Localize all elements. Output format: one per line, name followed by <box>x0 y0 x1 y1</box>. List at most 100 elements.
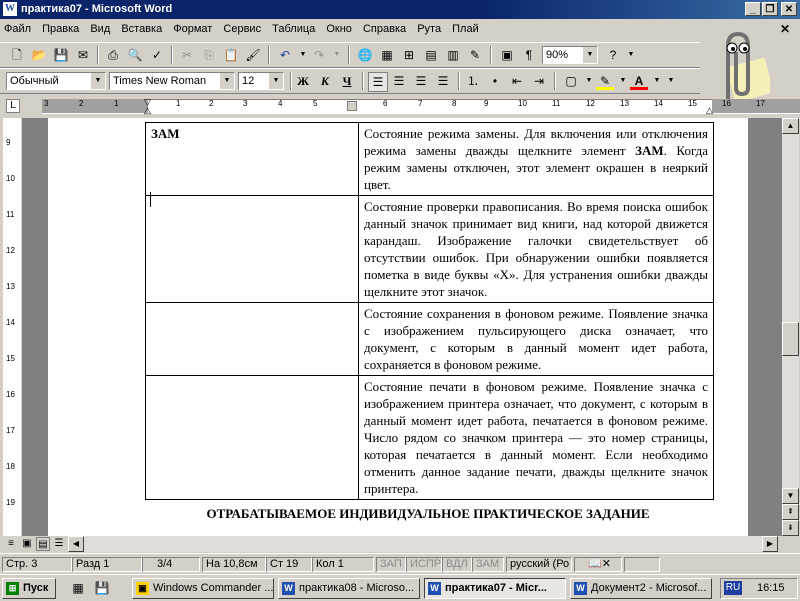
spelling-icon[interactable]: ✓ <box>148 46 166 64</box>
menu-window[interactable]: Окно <box>322 20 356 38</box>
menu-edit[interactable]: Правка <box>38 20 83 38</box>
copy-icon[interactable]: ⎘ <box>200 46 218 64</box>
increase-indent-icon[interactable]: ⇥ <box>530 72 548 90</box>
taskbar-item[interactable]: W Документ2 - Microsof... <box>570 578 712 599</box>
office-assistant[interactable] <box>700 22 774 103</box>
mail-icon[interactable]: ✉ <box>74 46 92 64</box>
menu-tools[interactable]: Сервис <box>219 20 265 38</box>
tables-borders-icon[interactable]: ▦ <box>378 46 396 64</box>
status-column[interactable]: Кол 1 <box>312 557 374 572</box>
italic-button[interactable]: К <box>316 72 334 90</box>
normal-view-icon[interactable]: ≡ <box>4 537 18 551</box>
document-map-icon[interactable]: ▣ <box>498 46 516 64</box>
save-icon[interactable]: 💾 <box>52 46 70 64</box>
toolbar-options-icon[interactable]: ▼ <box>662 72 680 90</box>
align-center-icon[interactable]: ☰ <box>390 72 408 90</box>
menu-table[interactable]: Таблица <box>268 20 319 38</box>
title-bar[interactable]: W практика07 - Microsoft Word _ ❐ ✕ <box>0 0 800 19</box>
scroll-right-icon[interactable]: ▶ <box>762 536 778 552</box>
taskbar-item[interactable]: ▣ Windows Commander ... <box>132 578 274 599</box>
tab-stop-selector[interactable]: L <box>6 99 20 113</box>
clock[interactable]: 16:15 <box>757 582 785 594</box>
quick-launch-save-icon[interactable]: 💾 <box>94 581 110 597</box>
table-cell[interactable]: Состояние проверки правописания. Во врем… <box>358 195 714 303</box>
table-cell[interactable]: Состояние печати в фоновом режиме. Появл… <box>358 375 714 500</box>
horizontal-scrollbar[interactable]: ≡ ▣ ▤ ☰ ◀ ▶ <box>0 536 800 553</box>
right-indent-marker[interactable]: △ <box>706 105 713 116</box>
columns-icon[interactable]: ▥ <box>444 46 462 64</box>
hyperlink-icon[interactable]: 🌐 <box>356 46 374 64</box>
status-macro-record[interactable]: ЗАП <box>376 557 406 572</box>
next-page-icon[interactable]: ⇟ <box>782 520 799 536</box>
decrease-indent-icon[interactable]: ⇤ <box>508 72 526 90</box>
outline-view-icon[interactable]: ☰ <box>52 537 66 551</box>
undo-icon[interactable]: ↶ <box>276 46 294 64</box>
status-extend[interactable]: ВДЛ <box>442 557 472 572</box>
style-select[interactable]: Обычный ▼ <box>6 72 106 90</box>
taskbar-item-active[interactable]: Wпрактика07 - Micr... <box>424 578 566 599</box>
vertical-ruler[interactable]: 9 10 11 12 13 14 15 16 17 18 19 <box>3 118 21 536</box>
menu-file[interactable]: Файл <box>0 20 35 38</box>
language-indicator[interactable]: RU <box>724 581 742 595</box>
start-button[interactable]: ⊞ Пуск <box>2 578 56 599</box>
status-section[interactable]: Разд 1 <box>72 557 142 572</box>
doc-close-icon[interactable]: ✕ <box>776 22 794 38</box>
cut-icon[interactable]: ✂ <box>178 46 196 64</box>
table-cell[interactable] <box>145 375 359 500</box>
status-language[interactable]: русский (Ро <box>506 557 572 572</box>
document-area[interactable]: ЗАМ Состояние режима замены. Для включен… <box>22 118 782 536</box>
redo-dropdown-icon[interactable]: ▼ <box>328 46 346 64</box>
web-view-icon[interactable]: ▣ <box>20 537 34 551</box>
zoom-select[interactable]: 90% ▼ <box>542 46 598 64</box>
table-cell[interactable]: Состояние сохранения в фоновом режиме. П… <box>358 302 714 376</box>
insert-table-icon[interactable]: ⊞ <box>400 46 418 64</box>
menu-plai[interactable]: Плай <box>448 20 483 38</box>
previous-page-icon[interactable]: ⇞ <box>782 504 799 520</box>
menu-ruta[interactable]: Рута <box>413 20 445 38</box>
status-line[interactable]: Ст 19 <box>266 557 312 572</box>
scroll-up-icon[interactable]: ▲ <box>782 118 799 134</box>
table-cell[interactable] <box>145 302 359 376</box>
new-document-icon[interactable]: 🗋 <box>8 46 26 64</box>
borders-icon[interactable]: ▢ <box>562 72 580 90</box>
status-track-changes[interactable]: ИСПР <box>406 557 442 572</box>
bullets-icon[interactable]: • <box>486 72 504 90</box>
close-button[interactable]: ✕ <box>781 2 797 16</box>
document-table[interactable]: ЗАМ Состояние режима замены. Для включен… <box>145 122 714 500</box>
status-overtype[interactable]: ЗАМ <box>472 557 504 572</box>
menu-view[interactable]: Вид <box>86 20 114 38</box>
font-select[interactable]: Times New Roman ▼ <box>109 72 235 90</box>
table-cell[interactable]: ЗАМ <box>145 122 359 196</box>
column-marker[interactable] <box>347 101 357 111</box>
left-indent-marker[interactable]: △ <box>144 105 151 116</box>
taskbar-item[interactable]: Wпрактика08 - Microso... <box>278 578 420 599</box>
show-hide-icon[interactable]: ¶ <box>520 46 538 64</box>
horizontal-ruler[interactable]: L 3 2 1 1 2 3 4 5 6 7 8 9 10 11 12 13 14… <box>0 96 800 116</box>
vertical-scrollbar[interactable]: ▲ ▼ ⇞ ⇟ <box>782 118 799 536</box>
align-left-icon[interactable]: ☰ <box>368 72 388 92</box>
format-painter-icon[interactable]: 🖌 <box>244 46 262 64</box>
redo-icon[interactable]: ↷ <box>310 46 328 64</box>
scroll-thumb[interactable] <box>782 322 799 356</box>
align-right-icon[interactable]: ☰ <box>412 72 430 90</box>
open-folder-icon[interactable]: 📂 <box>30 46 48 64</box>
minimize-button[interactable]: _ <box>745 2 761 16</box>
quick-launch-desktop-icon[interactable]: ▦ <box>70 581 86 597</box>
status-pages[interactable]: 3/4 <box>142 557 200 572</box>
menu-help[interactable]: Справка <box>359 20 410 38</box>
drawing-icon[interactable]: ✎ <box>466 46 484 64</box>
paste-icon[interactable]: 📋 <box>222 46 240 64</box>
document-page[interactable]: ЗАМ Состояние режима замены. Для включен… <box>48 118 748 536</box>
scroll-left-icon[interactable]: ◀ <box>68 536 84 552</box>
justify-icon[interactable]: ☰ <box>434 72 452 90</box>
numbering-icon[interactable]: ⒈ <box>464 72 482 90</box>
print-icon[interactable]: ⎙ <box>104 46 122 64</box>
print-layout-icon[interactable]: ▤ <box>36 537 50 551</box>
print-preview-icon[interactable]: 🔍 <box>126 46 144 64</box>
help-icon[interactable]: ? <box>604 46 622 64</box>
menu-insert[interactable]: Вставка <box>117 20 166 38</box>
word-app-icon[interactable]: W <box>3 2 17 16</box>
font-color-icon[interactable]: A <box>630 72 648 90</box>
toolbar-options-icon[interactable]: ▼ <box>622 46 640 64</box>
insert-excel-icon[interactable]: ▤ <box>422 46 440 64</box>
